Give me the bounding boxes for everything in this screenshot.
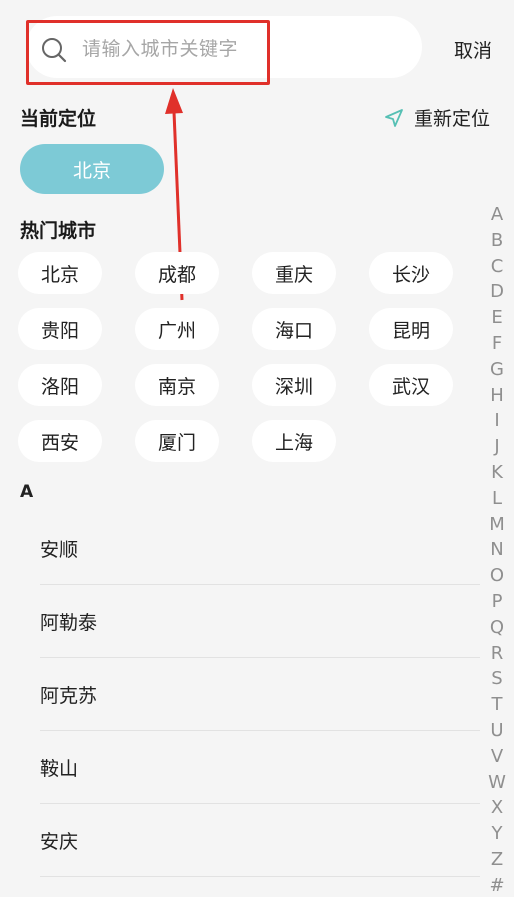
hot-city-chip[interactable]: 北京 [18, 252, 102, 294]
relocate-button[interactable]: 重新定位 [384, 104, 490, 131]
alphabet-index-bar[interactable]: A B C D E F G H I J K L M N O P Q R S T … [486, 202, 508, 897]
annotation-highlight-box [26, 20, 270, 85]
location-arrow-icon [385, 108, 403, 127]
hot-city-chip[interactable]: 武汉 [369, 364, 453, 406]
hot-city-chip[interactable]: 海口 [252, 308, 336, 350]
index-letter[interactable]: L [486, 486, 508, 512]
index-letter[interactable]: Z [486, 847, 508, 873]
current-city-button[interactable]: 北京 [20, 144, 164, 194]
relocate-label: 重新定位 [414, 108, 491, 130]
index-letter[interactable]: M [486, 512, 508, 538]
hot-city-chip[interactable]: 广州 [135, 308, 219, 350]
index-letter[interactable]: O [486, 563, 508, 589]
cancel-button[interactable]: 取消 [454, 36, 492, 63]
hot-city-chip[interactable]: 南京 [135, 364, 219, 406]
hot-city-chip[interactable]: 厦门 [135, 420, 219, 462]
city-list-item[interactable]: 鞍山 [40, 731, 480, 804]
city-list-item[interactable]: 安顺 [40, 512, 480, 585]
index-letter[interactable]: I [486, 408, 508, 434]
index-letter[interactable]: U [486, 718, 508, 744]
hot-city-chip[interactable]: 贵阳 [18, 308, 102, 350]
hot-city-chip[interactable]: 上海 [252, 420, 336, 462]
city-list: 安顺 阿勒泰 阿克苏 鞍山 安庆 [40, 512, 480, 877]
index-letter[interactable]: H [486, 383, 508, 409]
hot-city-chip[interactable]: 深圳 [252, 364, 336, 406]
index-letter[interactable]: K [486, 460, 508, 486]
index-letter[interactable]: V [486, 744, 508, 770]
hot-city-chip[interactable]: 西安 [18, 420, 102, 462]
city-list-item[interactable]: 阿克苏 [40, 658, 480, 731]
hot-cities-title: 热门城市 [20, 220, 97, 242]
index-letter[interactable]: N [486, 537, 508, 563]
hot-city-chip[interactable]: 昆明 [369, 308, 453, 350]
index-letter[interactable]: T [486, 692, 508, 718]
hot-city-chip[interactable]: 长沙 [369, 252, 453, 294]
current-location-title: 当前定位 [20, 108, 97, 130]
index-letter[interactable]: Y [486, 821, 508, 847]
index-letter[interactable]: D [486, 279, 508, 305]
hot-city-chip[interactable]: 成都 [135, 252, 219, 294]
index-letter[interactable]: X [486, 795, 508, 821]
hot-city-chip[interactable]: 重庆 [252, 252, 336, 294]
search-bar: 请输入城市关键字 取消 [0, 0, 514, 100]
index-letter[interactable]: P [486, 589, 508, 615]
city-list-item[interactable]: 阿勒泰 [40, 585, 480, 658]
index-letter[interactable]: # [486, 873, 508, 897]
index-letter[interactable]: A [486, 202, 508, 228]
letter-section-header: A [20, 482, 34, 502]
index-letter[interactable]: F [486, 331, 508, 357]
index-letter[interactable]: B [486, 228, 508, 254]
hot-city-chip[interactable]: 洛阳 [18, 364, 102, 406]
index-letter[interactable]: R [486, 641, 508, 667]
index-letter[interactable]: S [486, 666, 508, 692]
city-list-item[interactable]: 安庆 [40, 804, 480, 877]
index-letter[interactable]: E [486, 305, 508, 331]
index-letter[interactable]: G [486, 357, 508, 383]
index-letter[interactable]: W [486, 770, 508, 796]
index-letter[interactable]: Q [486, 615, 508, 641]
index-letter[interactable]: C [486, 254, 508, 280]
index-letter[interactable]: J [486, 434, 508, 460]
